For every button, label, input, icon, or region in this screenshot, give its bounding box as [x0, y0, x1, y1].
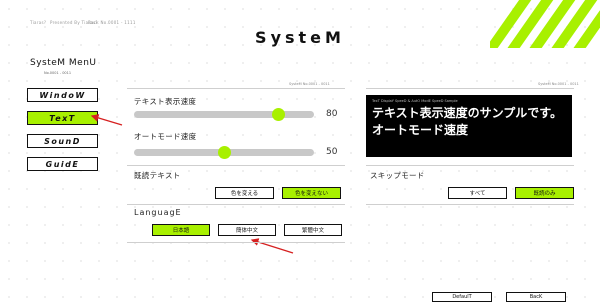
read-text-option-change-color[interactable]: 色を変える — [215, 187, 274, 199]
sample-caption: TexT DisplaY SpeeD & AutO ModE SpeeD Sam… — [372, 99, 458, 103]
text-speed-slider-track[interactable] — [134, 111, 314, 118]
sample-line-2: オートモード速度 — [372, 123, 469, 137]
auto-speed-slider-knob[interactable] — [217, 146, 231, 159]
read-text-label: 既読テキスト — [134, 171, 181, 180]
arrow-to-text-menu — [90, 114, 123, 126]
right-panel-top-line — [366, 88, 574, 89]
read-text-option-no-change[interactable]: 色を変えない — [282, 187, 341, 199]
text-speed-label: テキスト表示速度 — [134, 97, 197, 106]
right-panel-divider-2 — [366, 204, 574, 205]
text-speed-slider-knob[interactable] — [271, 108, 285, 121]
back-button[interactable]: BacK — [506, 292, 566, 302]
skip-mode-option-all[interactable]: すべて — [448, 187, 507, 199]
auto-speed-label: オートモード速度 — [134, 132, 197, 141]
language-option-traditional-chinese[interactable]: 繁體中文 — [284, 224, 342, 236]
left-panel-top-line — [127, 88, 345, 89]
left-panel-divider-1 — [127, 165, 345, 166]
left-panel-divider-3 — [127, 242, 345, 243]
text-sample-preview: TexT DisplaY SpeeD & AutO ModE SpeeD Sam… — [366, 95, 572, 157]
right-panel-tag: SysteM No.0001 - 0011 — [538, 82, 579, 86]
left-panel-tag: SysteM No.0001 - 0011 — [289, 82, 330, 86]
skip-mode-option-read-only[interactable]: 既読のみ — [515, 187, 574, 199]
left-panel-divider-2 — [127, 204, 345, 205]
default-button[interactable]: DefaulT — [432, 292, 492, 302]
text-speed-value: 80 — [326, 109, 338, 119]
sample-line-1: テキスト表示速度のサンプルです。 — [372, 106, 563, 120]
auto-speed-value: 50 — [326, 147, 338, 157]
skip-mode-label: スキップモード — [370, 171, 425, 180]
right-panel-divider-1 — [366, 165, 574, 166]
language-option-japanese[interactable]: 日本語 — [152, 224, 210, 236]
language-option-simplified-chinese[interactable]: 簡体中文 — [218, 224, 276, 236]
language-label: LanguagE — [134, 208, 182, 217]
